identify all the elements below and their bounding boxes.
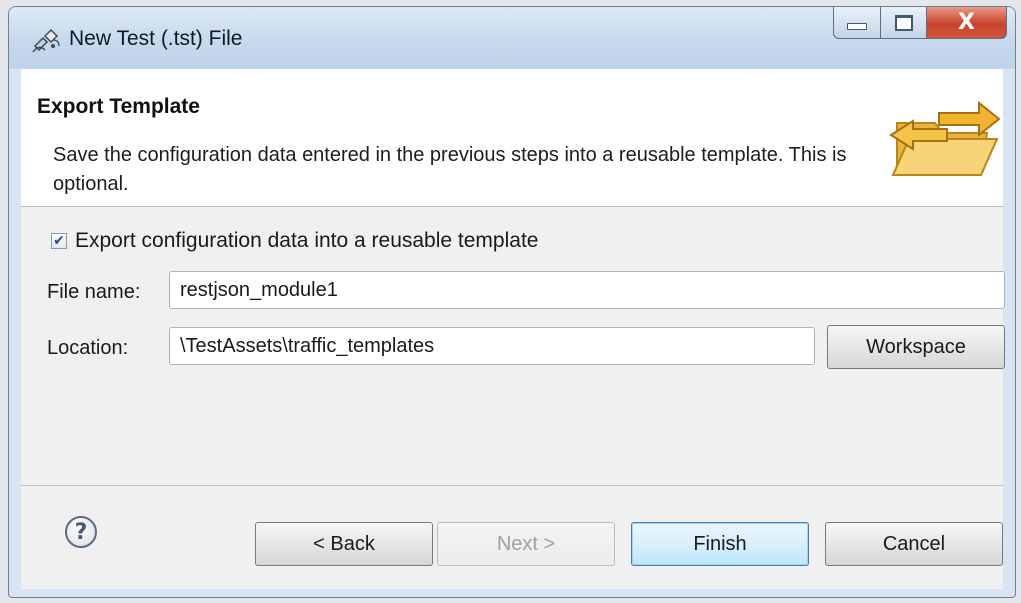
window-controls: X (833, 7, 1007, 41)
export-checkbox-row[interactable]: ✔ Export configuration data into a reusa… (51, 229, 538, 253)
close-icon: X (958, 9, 975, 35)
cancel-button[interactable]: Cancel (825, 522, 1003, 566)
maximize-icon (894, 14, 913, 31)
workspace-button[interactable]: Workspace (827, 325, 1005, 369)
window-title: New Test (.tst) File (69, 27, 243, 50)
file-name-label: File name: (47, 281, 141, 303)
page-description: Save the configuration data entered in t… (53, 144, 847, 195)
page-title: Export Template (37, 95, 200, 118)
close-button[interactable]: X (927, 7, 1007, 39)
wizard-header: Export Template Save the configuration d… (21, 69, 1003, 207)
maximize-button[interactable] (881, 7, 927, 39)
help-icon[interactable]: ? (65, 516, 97, 548)
satellite-app-icon (32, 28, 60, 53)
export-checkbox[interactable]: ✔ (51, 233, 67, 249)
title-bar[interactable]: New Test (.tst) File X (9, 7, 1015, 69)
wizard-content: ✔ Export configuration data into a reusa… (21, 207, 1005, 485)
next-button[interactable]: Next > (437, 522, 615, 566)
finish-button[interactable]: Finish (631, 522, 809, 566)
location-label: Location: (47, 337, 129, 359)
export-checkbox-label[interactable]: Export configuration data into a reusabl… (75, 229, 538, 253)
minimize-icon (847, 23, 867, 30)
folder-transfer-icon (889, 100, 1001, 176)
back-button[interactable]: < Back (255, 522, 433, 566)
wizard-window: New Test (.tst) File X Export Template S… (8, 6, 1016, 598)
wizard-footer: ? < Back Next > Finish Cancel (21, 485, 1003, 589)
file-name-input[interactable] (169, 271, 1005, 309)
location-input[interactable] (169, 327, 815, 365)
checkmark-icon: ✔ (53, 233, 65, 249)
minimize-button[interactable] (833, 7, 881, 39)
